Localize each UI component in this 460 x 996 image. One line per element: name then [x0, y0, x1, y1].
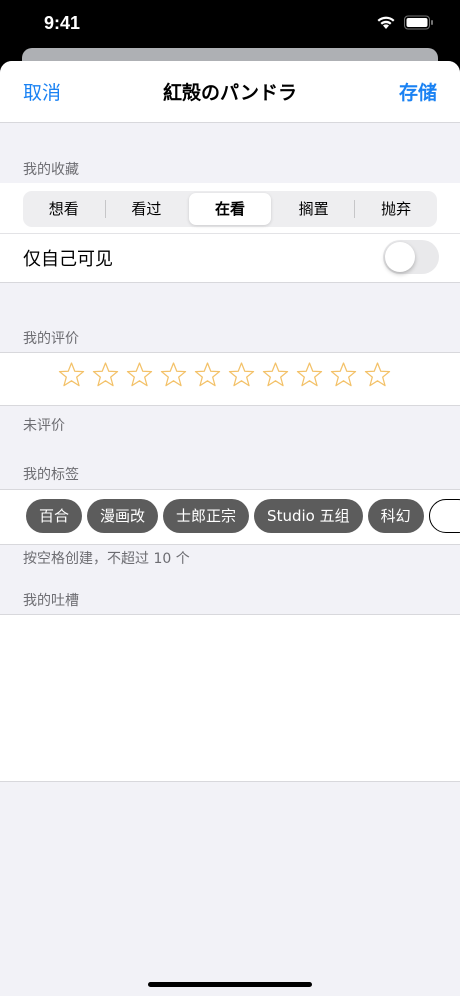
status-time: 9:41 [44, 13, 81, 33]
star-icon[interactable] [296, 361, 323, 388]
navigation-bar: 取消 紅殻のパンドラ 存储 [0, 61, 460, 123]
star-icon[interactable] [364, 361, 391, 388]
tag-chip[interactable]: 漫画改 [87, 499, 159, 533]
rating-header: 我的评价 [23, 331, 79, 347]
star-icon[interactable] [228, 361, 255, 388]
save-button[interactable]: 存储 [399, 78, 437, 105]
star-icon[interactable] [194, 361, 221, 388]
star-icon[interactable] [262, 361, 289, 388]
status-bar: 9:41 [0, 0, 460, 50]
toggle-knob [385, 242, 415, 272]
star-rating[interactable] [58, 361, 391, 388]
star-icon[interactable] [160, 361, 187, 388]
collection-segmented-control: 想看 看过 在看 搁置 抛弃 [23, 191, 437, 227]
status-icons [376, 15, 434, 30]
rating-status: 未评价 [23, 418, 65, 434]
new-tag-input[interactable] [428, 499, 460, 533]
privacy-label: 仅自己可见 [23, 249, 113, 270]
segment-watching[interactable]: 在看 [189, 193, 271, 225]
comment-header: 我的吐槽 [23, 593, 79, 609]
privacy-toggle[interactable] [383, 240, 439, 274]
segment-want[interactable]: 想看 [23, 193, 105, 225]
tag-chip[interactable]: Studio 五组 [254, 499, 363, 533]
segment-dropped[interactable]: 抛弃 [355, 193, 437, 225]
tags-header: 我的标签 [23, 467, 79, 483]
home-indicator [148, 982, 312, 987]
page-title: 紅殻のパンドラ [163, 82, 297, 104]
tag-chip[interactable]: 百合 [26, 499, 83, 533]
tag-chip[interactable]: 科幻 [367, 499, 424, 533]
star-icon[interactable] [58, 361, 85, 388]
collection-header: 我的收藏 [23, 162, 79, 178]
tag-list: 百合 漫画改 士郎正宗 Studio 五组 科幻 [26, 499, 460, 533]
star-icon[interactable] [92, 361, 119, 388]
segment-on-hold[interactable]: 搁置 [273, 193, 355, 225]
star-icon[interactable] [126, 361, 153, 388]
star-icon[interactable] [330, 361, 357, 388]
battery-icon [404, 15, 433, 30]
tags-hint: 按空格创建，不超过 10 个 [23, 551, 190, 567]
tag-chip[interactable]: 士郎正宗 [163, 499, 250, 533]
segment-watched[interactable]: 看过 [106, 193, 188, 225]
wifi-icon [377, 16, 395, 29]
comment-textarea[interactable] [0, 614, 460, 782]
edit-sheet: 取消 紅殻のパンドラ 存储 我的收藏 想看 看过 在看 搁置 抛弃 仅自己可见 … [0, 61, 460, 996]
